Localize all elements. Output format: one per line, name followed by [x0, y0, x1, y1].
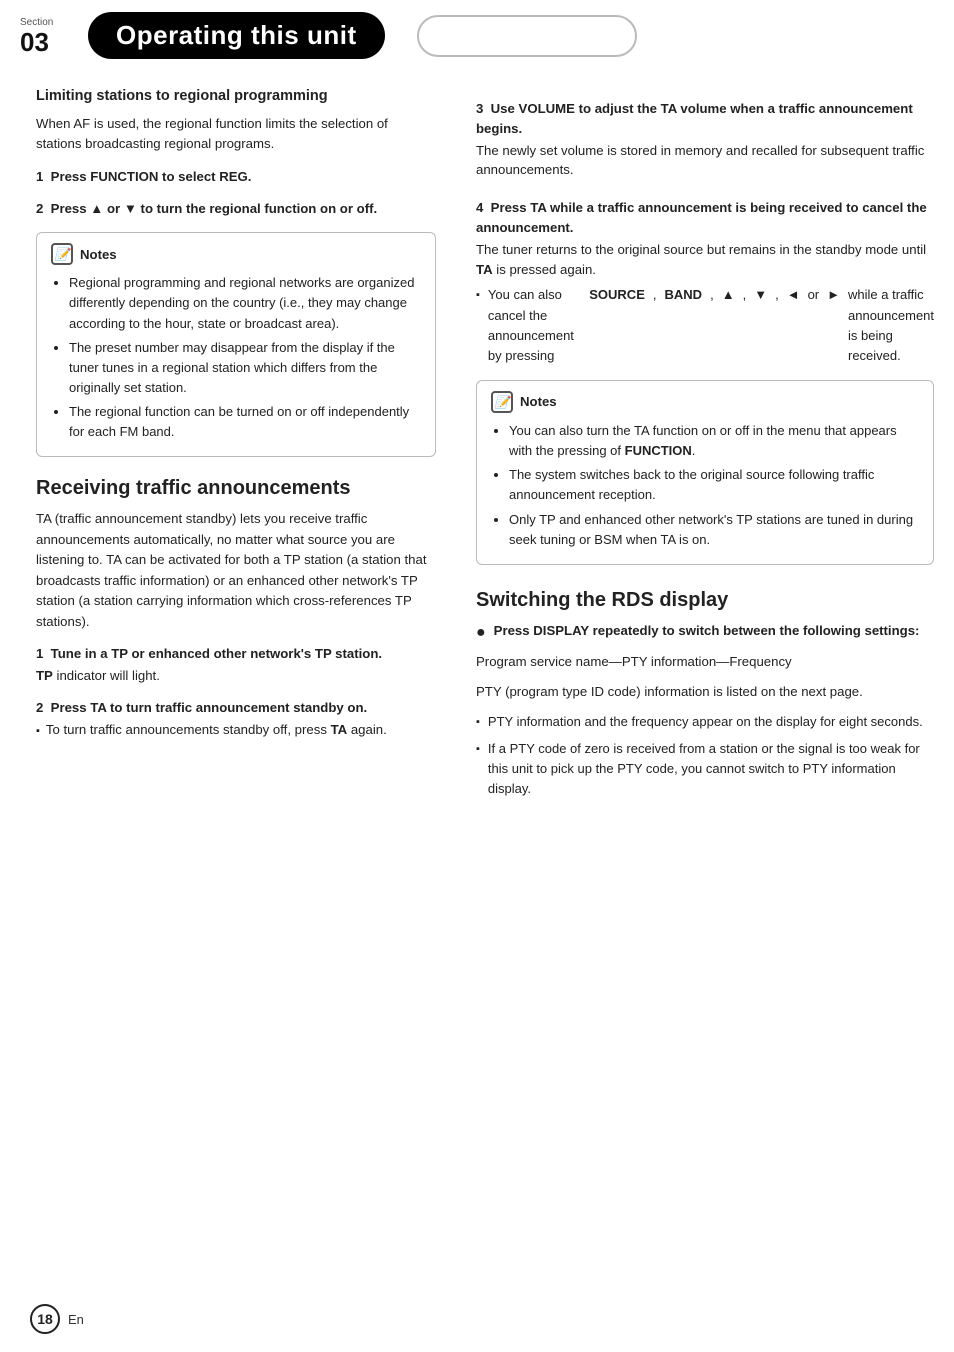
page-footer: 18 En — [30, 1304, 84, 1334]
notes-box-limiting: 📝 Notes Regional programming and regiona… — [36, 232, 436, 457]
traffic-announcements-heading: Receiving traffic announcements — [36, 475, 436, 501]
step-4-label: 4 Press TA while a traffic announcement … — [476, 198, 934, 238]
notes-box-traffic: 📝 Notes You can also turn the TA functio… — [476, 380, 934, 565]
step-2-limiting: 2 Press ▲ or ▼ to turn the regional func… — [36, 199, 436, 219]
note-item: The preset number may disappear from the… — [69, 338, 421, 398]
rds-heading: Switching the RDS display — [476, 587, 934, 613]
page-title: Operating this unit — [88, 12, 385, 59]
page-content: Limiting stations to regional programmin… — [0, 59, 954, 833]
right-column: 3 Use VOLUME to adjust the TA volume whe… — [466, 87, 934, 813]
section-rds-display: Switching the RDS display Press DISPLAY … — [476, 587, 934, 799]
section-limiting-stations: Limiting stations to regional programmin… — [36, 87, 436, 457]
header-right-decoration — [417, 15, 637, 57]
step-3-volume: 3 Use VOLUME to adjust the TA volume whe… — [476, 99, 934, 180]
traffic-announcements-intro: TA (traffic announcement standby) lets y… — [36, 509, 436, 632]
section-badge: Section 03 — [20, 17, 72, 55]
step-3-label: 3 Use VOLUME to adjust the TA volume whe… — [476, 99, 934, 139]
note-item: Only TP and enhanced other network's TP … — [509, 510, 919, 550]
rds-body1: Program service name—PTY information—Fre… — [476, 652, 934, 672]
section-number: 03 — [20, 29, 49, 55]
left-column: Limiting stations to regional programmin… — [36, 87, 466, 813]
step-4-cancel: 4 Press TA while a traffic announcement … — [476, 198, 934, 366]
step-3-body: The newly set volume is stored in memory… — [476, 141, 934, 181]
limiting-stations-heading: Limiting stations to regional programmin… — [36, 87, 436, 106]
step-1-limiting: 1 Press FUNCTION to select REG. — [36, 167, 436, 187]
step-4-body: The tuner returns to the original source… — [476, 240, 934, 280]
note-item: Regional programming and regional networ… — [69, 273, 421, 333]
step-2-traffic-body: ▪ To turn traffic announcements standby … — [36, 720, 436, 740]
step-1-label: 1 Press FUNCTION to select REG. — [36, 169, 251, 184]
step-2-label: 2 Press ▲ or ▼ to turn the regional func… — [36, 201, 377, 216]
step-4-bullet: You can also cancel the announcement by … — [476, 285, 934, 366]
note-item: The regional function can be turned on o… — [69, 402, 421, 442]
language-label: En — [68, 1312, 84, 1327]
notes-list-traffic: You can also turn the TA function on or … — [491, 421, 919, 550]
note-item: You can also turn the TA function on or … — [509, 421, 919, 461]
notes-icon-limiting: 📝 — [51, 243, 73, 265]
step-1-traffic: 1 Tune in a TP or enhanced other network… — [36, 644, 436, 686]
notes-icon-traffic: 📝 — [491, 391, 513, 413]
step-1-traffic-label: 1 Tune in a TP or enhanced other network… — [36, 644, 436, 664]
notes-list-limiting: Regional programming and regional networ… — [51, 273, 421, 442]
step-2-traffic-label: 2 Press TA to turn traffic announcement … — [36, 698, 436, 718]
rds-bullet-1: PTY information and the frequency appear… — [476, 712, 934, 732]
rds-bullet-heading: Press DISPLAY repeatedly to switch betwe… — [476, 621, 934, 646]
page-header: Section 03 Operating this unit — [0, 0, 954, 59]
notes-title-limiting: 📝 Notes — [51, 243, 421, 265]
step-1-traffic-body: TP indicator will light. — [36, 666, 436, 686]
rds-bullet-2: If a PTY code of zero is received from a… — [476, 739, 934, 799]
limiting-stations-intro: When AF is used, the regional function l… — [36, 114, 436, 155]
step-2-traffic: 2 Press TA to turn traffic announcement … — [36, 698, 436, 740]
page-number: 18 — [30, 1304, 60, 1334]
section-traffic-announcements: Receiving traffic announcements TA (traf… — [36, 475, 436, 739]
rds-body2: PTY (program type ID code) information i… — [476, 682, 934, 702]
note-item: The system switches back to the original… — [509, 465, 919, 505]
notes-title-traffic: 📝 Notes — [491, 391, 919, 413]
